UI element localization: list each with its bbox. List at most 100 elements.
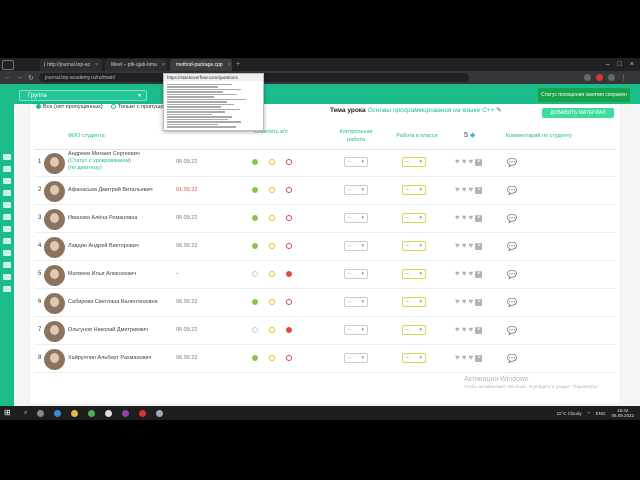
student-name[interactable]: Лавдин Андрей Викторович	[68, 243, 139, 250]
sidebar-notifications-icon[interactable]	[3, 238, 11, 244]
attendance-mark[interactable]	[252, 243, 258, 249]
extension-icon[interactable]	[583, 74, 591, 81]
clear-rating-icon[interactable]: ×	[475, 298, 483, 306]
comment-icon[interactable]: 💬	[507, 186, 517, 195]
heart-icon[interactable]: ♥	[462, 214, 467, 222]
heart-icon[interactable]: ♥	[455, 158, 460, 166]
maximize-icon[interactable]: □	[618, 61, 622, 68]
attendance-status-button[interactable]: Статус посещения занятия сохранен	[538, 88, 630, 102]
app-icon[interactable]	[156, 409, 164, 417]
student-name[interactable]: Ольгунов Николай Дмитриевич	[68, 327, 148, 334]
classwork-select[interactable]: – ▾	[402, 157, 426, 167]
close-icon[interactable]: ×	[630, 61, 634, 68]
attendance-mark[interactable]	[269, 215, 275, 221]
edge-icon[interactable]	[54, 409, 62, 417]
sidebar-reports-icon[interactable]	[3, 226, 11, 232]
comment-icon[interactable]: 💬	[507, 354, 517, 363]
control-work-select[interactable]: – ▾	[344, 353, 368, 363]
heart-icon[interactable]: ♥	[469, 214, 474, 222]
comment-icon[interactable]: 💬	[507, 214, 517, 223]
attendance-mark[interactable]	[269, 327, 275, 333]
new-tab-icon[interactable]: +	[236, 61, 240, 68]
attendance-mark[interactable]	[286, 299, 292, 305]
classwork-select[interactable]: – ▾	[402, 241, 426, 251]
heart-icon[interactable]: ♥	[455, 354, 460, 362]
attendance-mark[interactable]	[252, 215, 258, 221]
weather-status[interactable]: 11°C Cloudy	[557, 411, 582, 416]
add-material-button[interactable]: ДОБАВИТЬ МАТЕРИАЛ	[542, 108, 614, 118]
control-work-select[interactable]: – ▾	[344, 157, 368, 167]
student-name[interactable]: Хайруллин Альберт Рахманович	[68, 355, 151, 362]
heart-icon[interactable]: ♥	[462, 186, 467, 194]
heart-icon[interactable]: ♥	[462, 270, 467, 278]
attendance-mark[interactable]	[286, 355, 292, 361]
minimize-icon[interactable]: –	[606, 61, 610, 68]
tray-arrow-icon[interactable]: ^	[588, 411, 590, 416]
attendance-mark[interactable]	[252, 159, 258, 165]
clear-rating-icon[interactable]: ×	[475, 326, 483, 334]
comment-icon[interactable]: 💬	[507, 242, 517, 251]
heart-icon[interactable]: ♥	[469, 270, 474, 278]
profile-avatar-icon[interactable]	[607, 74, 615, 81]
sidebar-homework-icon[interactable]	[3, 190, 11, 196]
clear-rating-icon[interactable]: ×	[475, 158, 483, 166]
clear-rating-icon[interactable]: ×	[475, 354, 483, 362]
classwork-select[interactable]: – ▾	[402, 269, 426, 279]
attendance-mark[interactable]	[252, 355, 258, 361]
student-name[interactable]: Иванова Алёна Романовна	[68, 215, 137, 222]
clear-rating-icon[interactable]: ×	[475, 242, 483, 250]
attendance-mark[interactable]	[252, 271, 258, 277]
attendance-mark[interactable]	[286, 215, 292, 221]
heart-icon[interactable]: ♥	[462, 298, 467, 306]
comment-icon[interactable]: 💬	[507, 326, 517, 335]
attendance-mark[interactable]	[286, 271, 292, 277]
heart-icon[interactable]: ♥	[469, 326, 474, 334]
heart-icon[interactable]: ♥	[469, 298, 474, 306]
browser-tab-journal[interactable]: http://journal.top-ac ×	[40, 58, 102, 71]
menu-icon[interactable]: ⋮	[620, 74, 627, 82]
sidebar-materials-icon[interactable]	[3, 202, 11, 208]
sidebar-edit-icon[interactable]	[3, 286, 11, 292]
sidebar-journal-icon[interactable]	[3, 178, 11, 184]
attendance-mark[interactable]	[286, 327, 292, 333]
heart-icon[interactable]: ♥	[469, 354, 474, 362]
comment-icon[interactable]: 💬	[507, 158, 517, 167]
tab-actions-icon[interactable]	[2, 59, 14, 70]
heart-icon[interactable]: ♥	[455, 298, 460, 306]
app-icon[interactable]	[139, 409, 147, 417]
heart-icon[interactable]: ♥	[455, 242, 460, 250]
heart-icon[interactable]: ♥	[469, 186, 474, 194]
heart-icon[interactable]: ♥	[455, 326, 460, 334]
heart-icon[interactable]: ♥	[462, 242, 467, 250]
heart-icon[interactable]: ♥	[455, 214, 460, 222]
reload-icon[interactable]: ↻	[28, 74, 34, 82]
sidebar-stats-icon[interactable]	[3, 250, 11, 256]
control-work-select[interactable]: – ▾	[344, 297, 368, 307]
clear-rating-icon[interactable]: ×	[475, 186, 483, 194]
sidebar-settings-icon[interactable]	[3, 262, 11, 268]
windows-start-icon[interactable]: ⊞	[4, 408, 14, 418]
classwork-select[interactable]: – ▾	[402, 297, 426, 307]
heart-icon[interactable]: ♥	[455, 186, 460, 194]
heart-icon[interactable]: ♥	[462, 354, 467, 362]
sidebar-home-icon[interactable]	[3, 154, 11, 160]
language-indicator[interactable]: ENG	[596, 411, 606, 416]
student-name[interactable]: Сабирова Светлана Валентиновна	[68, 299, 158, 306]
heart-icon[interactable]: ♥	[469, 158, 474, 166]
explorer-icon[interactable]	[71, 409, 79, 417]
chrome-icon[interactable]	[88, 409, 96, 417]
attendance-mark[interactable]	[286, 187, 292, 193]
attendance-mark[interactable]	[269, 271, 275, 277]
attendance-mark[interactable]	[269, 299, 275, 305]
extension-icon[interactable]	[595, 74, 603, 81]
group-select[interactable]: Группа ▼	[19, 90, 147, 101]
student-name[interactable]: Матвеев Илья Алексеевич	[68, 271, 136, 278]
clear-rating-icon[interactable]: ×	[475, 270, 483, 278]
tab-close-icon[interactable]: ×	[228, 62, 231, 68]
edit-pencil-icon[interactable]: ✎	[496, 107, 501, 114]
back-icon[interactable]: ←	[4, 74, 11, 81]
comment-icon[interactable]: 💬	[507, 270, 517, 279]
classwork-select[interactable]: – ▾	[402, 353, 426, 363]
attendance-mark[interactable]	[269, 243, 275, 249]
attendance-mark[interactable]	[252, 327, 258, 333]
